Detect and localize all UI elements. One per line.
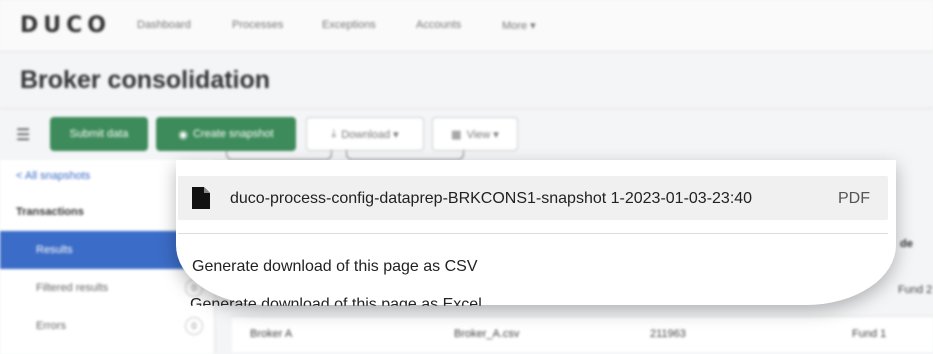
view-button[interactable]: ▦ View ▾ [432, 117, 518, 151]
create-snapshot-label: Create snapshot [192, 128, 274, 140]
view-icon: ▦ [451, 128, 462, 141]
page-title: Broker consolidation [20, 66, 271, 94]
nav-exceptions[interactable]: Exceptions [322, 19, 376, 31]
table-cell-file: Broker_A.csv [454, 328, 520, 340]
menu-divider [178, 233, 888, 234]
pdf-file-type: PDF [838, 190, 870, 207]
csv-download-option[interactable]: Generate download of this page as CSV [192, 258, 478, 276]
all-snapshots-link[interactable]: < All snapshots [16, 170, 90, 182]
table-cell-fund: Fund 2 [898, 284, 933, 296]
camera-icon: ◉ [178, 128, 188, 141]
column-header-fund: de [900, 238, 913, 250]
view-label: View ▾ [466, 128, 499, 141]
transactions-heading: Transactions [16, 206, 84, 218]
tab-outline [226, 150, 332, 160]
pdf-file-name: duco-process-config-dataprep-BRKCONS1-sn… [230, 190, 753, 207]
pdf-download-item[interactable]: duco-process-config-dataprep-BRKCONS1-sn… [178, 176, 888, 220]
download-button[interactable]: ⤓ Download ▾ [306, 117, 424, 151]
nav-accounts[interactable]: Accounts [416, 19, 461, 31]
nav-more[interactable]: More ▾ [502, 19, 536, 32]
sidebar-item-label: Errors [36, 320, 66, 332]
table-cell-broker: Broker A [250, 328, 293, 340]
sidebar-item-label: Filtered results [36, 282, 109, 294]
sidebar-item-filtered-results[interactable]: Filtered results 0 [0, 269, 215, 307]
submit-data-button[interactable]: Submit data [50, 117, 148, 151]
create-snapshot-button[interactable]: ◉ Create snapshot [156, 117, 296, 151]
tab-outline [346, 150, 464, 160]
count-badge: 0 [185, 317, 203, 335]
download-icon: ⤓ [331, 127, 337, 140]
submit-data-label: Submit data [69, 128, 129, 140]
download-label: Download ▾ [341, 128, 399, 141]
toolbar-divider [0, 108, 933, 109]
file-icon [192, 187, 210, 209]
table-cell-fund: Fund 1 [852, 328, 887, 340]
menu-icon[interactable]: ☰ [16, 125, 30, 145]
sidebar-item-errors[interactable]: Errors 0 [0, 307, 215, 345]
sidebar-item-label: Results [36, 244, 73, 256]
nav-dashboard[interactable]: Dashboard [137, 19, 191, 31]
duco-logo: DUCO [20, 13, 111, 38]
top-navigation: DUCO Dashboard Processes Exceptions Acco… [0, 0, 933, 52]
nav-processes[interactable]: Processes [232, 19, 283, 31]
table-row[interactable]: Broker A Broker_A.csv 211963 Fund 1 [232, 316, 933, 352]
table-cell-id: 211963 [650, 328, 686, 340]
